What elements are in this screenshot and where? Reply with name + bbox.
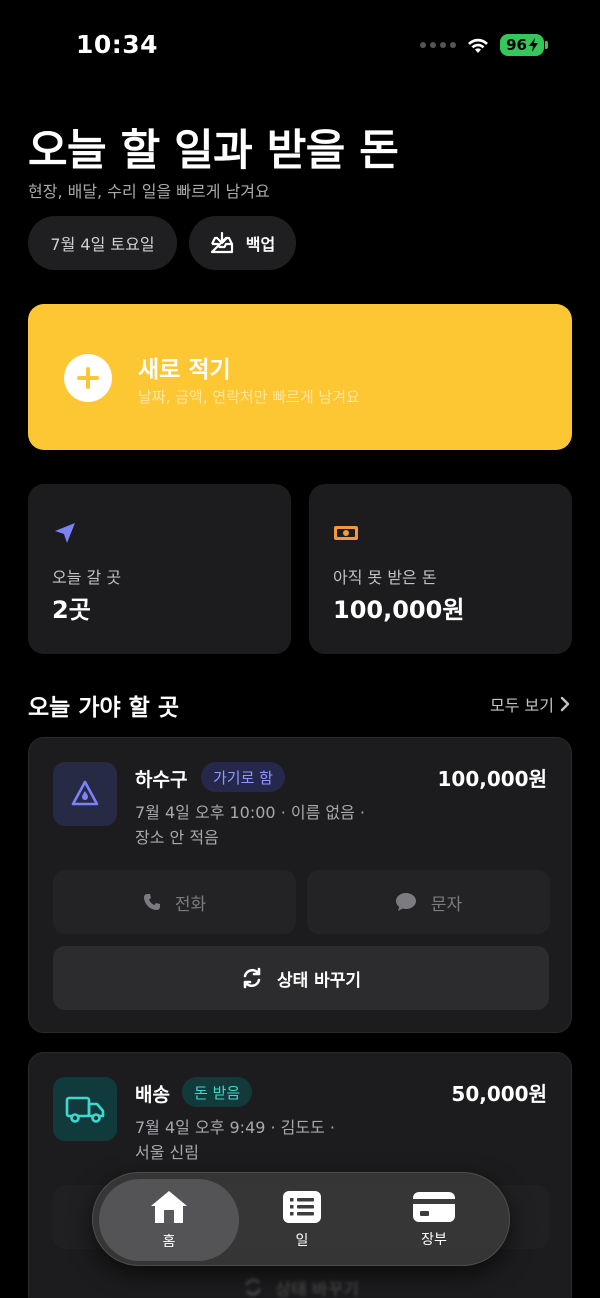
job-meta-line2: 장소 안 적음 (135, 828, 219, 847)
tab-ledger[interactable]: 장부 (364, 1179, 504, 1261)
charging-bolt-icon (529, 38, 538, 52)
message-bubble-icon (395, 893, 416, 911)
see-all-link[interactable]: 모두 보기 (490, 692, 570, 716)
chevron-right-icon (560, 696, 570, 712)
change-status-label: 상태 바꾸기 (276, 970, 362, 991)
call-label: 전화 (174, 894, 207, 915)
add-new-title: 새로 적기 (138, 357, 231, 383)
battery-indicator: 96 (500, 34, 544, 56)
delivery-truck-icon (65, 1096, 105, 1123)
battery-level: 96 (506, 36, 527, 54)
credit-card-icon (413, 1192, 455, 1222)
date-chip[interactable]: 7월 4일 토요일 (28, 216, 177, 270)
backup-tray-icon (210, 232, 233, 254)
call-button[interactable]: 전화 (53, 870, 296, 934)
status-badge: 돈 받음 (182, 1077, 253, 1107)
tab-home-label: 홈 (162, 1234, 176, 1250)
job-amount: 50,000원 (451, 1082, 547, 1106)
drain-water-icon (71, 780, 99, 806)
sms-button[interactable]: 문자 (307, 870, 550, 934)
page-title: 오늘 할 일과 받을 돈 (28, 126, 399, 176)
job-card[interactable]: 하수구 가기로 함 100,000원 7월 4일 오후 10:00 · 이름 없… (28, 737, 572, 1033)
tab-home[interactable]: 홈 (99, 1179, 239, 1261)
job-icon-tile (53, 1077, 117, 1141)
home-icon (151, 1191, 187, 1223)
cellular-signal-icon (420, 42, 457, 48)
unpaid-money-card[interactable]: 아직 못 받은 돈 100,000원 (309, 484, 572, 654)
job-name: 배송 (135, 1084, 170, 1106)
job-meta-line1: 7월 4일 오후 10:00 · 이름 없음 · (135, 803, 366, 822)
status-indicators: 96 (420, 34, 548, 56)
refresh-icon (245, 1278, 261, 1296)
job-meta-line2: 서울 신림 (135, 1143, 199, 1162)
job-name: 하수구 (135, 769, 188, 791)
add-new-entry-card[interactable]: 새로 적기 날짜, 금액, 연락처만 빠르게 남겨요 (28, 304, 572, 450)
phone-icon (143, 894, 160, 910)
see-all-label: 모두 보기 (490, 696, 554, 715)
sms-label: 문자 (430, 894, 463, 915)
change-status-label: 상태 바꾸기 (275, 1279, 359, 1298)
status-time: 10:34 (76, 30, 159, 59)
today-places-value: 2곳 (52, 596, 91, 624)
page-subtitle: 현장, 배달, 수리 일을 빠르게 남겨요 (28, 182, 270, 201)
job-icon-tile (53, 762, 117, 826)
list-icon (283, 1191, 321, 1223)
status-badge: 가기로 함 (201, 762, 285, 792)
tab-ledger-label: 장부 (421, 1232, 447, 1248)
job-meta: 7월 4일 오후 10:00 · 이름 없음 · 장소 안 적음 (135, 800, 365, 850)
bottom-tab-bar: 홈 일 장부 (92, 1172, 510, 1266)
backup-button[interactable]: 백업 (189, 216, 296, 270)
tab-work[interactable]: 일 (232, 1179, 372, 1261)
plus-circle-icon (64, 354, 112, 402)
refresh-icon (243, 967, 261, 989)
battery-tip (545, 41, 548, 49)
job-meta: 7월 4일 오후 9:49 · 김도도 · 서울 신림 (135, 1115, 335, 1165)
today-places-card[interactable]: 오늘 갈 곳 2곳 (28, 484, 291, 654)
job-meta-line1: 7월 4일 오후 9:49 · 김도도 · (135, 1118, 336, 1137)
date-chip-label: 7월 4일 토요일 (50, 235, 155, 254)
add-new-subtitle: 날짜, 금액, 연락처만 빠르게 남겨요 (138, 388, 360, 406)
unpaid-money-value: 100,000원 (333, 596, 465, 624)
section-title-today: 오늘 가야 할 곳 (28, 695, 179, 721)
change-status-button[interactable]: 상태 바꾸기 (53, 1261, 549, 1298)
wifi-icon (468, 38, 489, 53)
today-places-label: 오늘 갈 곳 (52, 568, 122, 587)
job-amount: 100,000원 (437, 767, 548, 791)
backup-label: 백업 (245, 235, 276, 254)
change-status-button[interactable]: 상태 바꾸기 (53, 946, 549, 1010)
location-arrow-icon (55, 523, 75, 543)
status-bar: 10:34 96 (0, 0, 600, 90)
tab-work-label: 일 (295, 1233, 309, 1249)
banknote-icon (334, 526, 358, 540)
unpaid-money-label: 아직 못 받은 돈 (333, 568, 437, 587)
